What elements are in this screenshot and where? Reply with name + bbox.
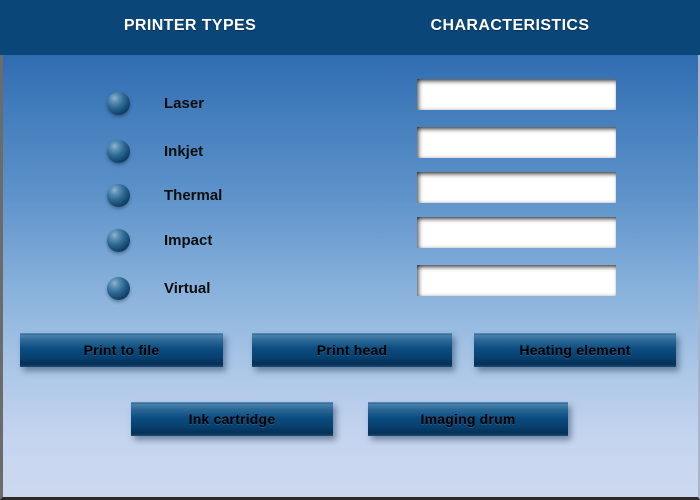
answer-input-thermal[interactable] bbox=[417, 172, 616, 203]
column-header-printer-types: PRINTER TYPES bbox=[123, 17, 257, 34]
printer-type-row-virtual: Virtual bbox=[107, 275, 210, 301]
printer-type-label-virtual: Virtual bbox=[164, 279, 211, 297]
sphere-bullet-icon bbox=[107, 228, 130, 252]
printer-type-label-thermal: Thermal bbox=[164, 186, 223, 204]
content-panel: Laser Inkjet Thermal Impact Virtual Prin… bbox=[0, 55, 700, 500]
printer-matching-exercise: PRINTER TYPES CHARACTERISTICS Laser Inkj… bbox=[0, 0, 700, 500]
answer-button-label: Ink cartridge bbox=[188, 411, 276, 427]
header-band: PRINTER TYPES CHARACTERISTICS bbox=[0, 0, 700, 55]
sphere-bullet-icon bbox=[107, 139, 130, 163]
column-header-characteristics: CHARACTERISTICS bbox=[430, 17, 590, 34]
answer-input-laser[interactable] bbox=[417, 79, 616, 110]
sphere-bullet-icon bbox=[107, 276, 130, 300]
answer-button-imaging-drum[interactable]: Imaging drum bbox=[368, 402, 568, 436]
printer-type-row-inkjet: Inkjet bbox=[107, 138, 203, 164]
answer-button-label: Print head bbox=[316, 342, 388, 358]
printer-type-row-thermal: Thermal bbox=[107, 182, 222, 208]
answer-input-inkjet[interactable] bbox=[417, 127, 616, 158]
answer-button-label: Print to file bbox=[83, 342, 160, 358]
sphere-bullet-icon bbox=[107, 91, 130, 115]
printer-type-row-laser: Laser bbox=[107, 90, 204, 116]
answer-button-print-head[interactable]: Print head bbox=[252, 333, 452, 367]
printer-type-label-impact: Impact bbox=[164, 231, 213, 249]
printer-type-label-laser: Laser bbox=[164, 94, 205, 112]
printer-type-row-impact: Impact bbox=[107, 227, 212, 253]
answer-button-ink-cartridge[interactable]: Ink cartridge bbox=[131, 402, 333, 436]
answer-button-label: Heating element bbox=[519, 342, 631, 358]
answer-button-print-to-file[interactable]: Print to file bbox=[20, 333, 223, 367]
answer-button-label: Imaging drum bbox=[420, 411, 516, 427]
answer-button-heating-element[interactable]: Heating element bbox=[474, 333, 676, 367]
answer-input-impact[interactable] bbox=[417, 217, 616, 248]
answer-input-virtual[interactable] bbox=[417, 265, 616, 296]
printer-type-label-inkjet: Inkjet bbox=[164, 142, 204, 160]
sphere-bullet-icon bbox=[107, 183, 130, 207]
